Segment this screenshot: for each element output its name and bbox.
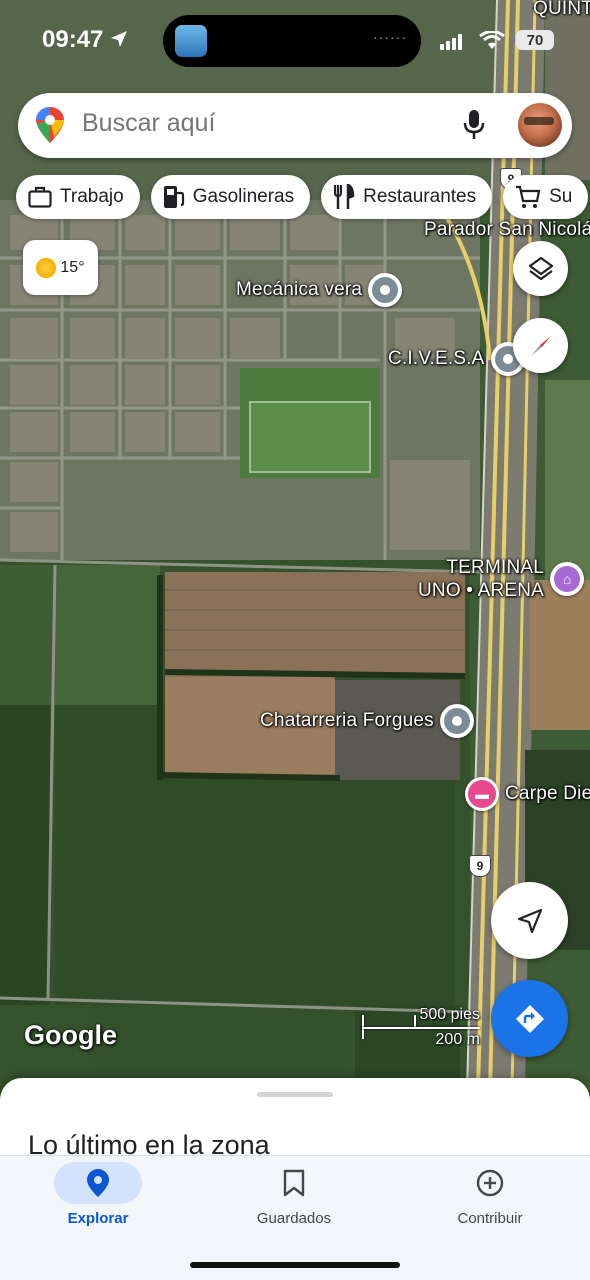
weather-temperature: 15° xyxy=(60,258,85,276)
place-terminal-uno-arena[interactable]: TERMINAL UNO • ARENA ⌂ xyxy=(418,556,585,602)
route-shield-icon: 9 xyxy=(469,855,491,877)
bookmark-icon xyxy=(283,1169,305,1197)
scale-feet: 500 pies xyxy=(419,1006,481,1023)
search-input[interactable] xyxy=(82,109,442,138)
google-maps-logo-icon xyxy=(36,107,64,143)
place-civesa[interactable]: C.I.V.E.S.A xyxy=(388,342,525,376)
island-indicator: ······ xyxy=(373,29,407,45)
chip-trabajo[interactable]: Trabajo xyxy=(16,175,140,219)
map-scale[interactable]: 500 pies 200 m xyxy=(360,1005,480,1055)
nav-icon-wrap xyxy=(250,1162,338,1204)
google-attribution[interactable]: Google xyxy=(24,1020,117,1051)
time-text: 09:47 xyxy=(42,26,104,53)
place-label: Carpe Die xyxy=(505,783,590,804)
chip-label: Su xyxy=(549,186,573,207)
venue-pin-icon[interactable]: ⌂ xyxy=(550,562,585,596)
chip-label: Trabajo xyxy=(60,186,124,207)
microphone-icon[interactable] xyxy=(463,110,485,140)
place-chatarreria-forgues[interactable]: Chatarreria Forgues xyxy=(260,704,474,738)
place-parador-san-nicolas[interactable]: Parador San Nicolás xyxy=(424,219,590,241)
status-time: 09:47 xyxy=(42,26,128,54)
nav-guardados[interactable]: Guardados xyxy=(209,1156,379,1236)
wifi-icon xyxy=(479,31,505,49)
navigation-arrow-icon xyxy=(517,908,542,933)
plus-circle-icon xyxy=(476,1169,504,1197)
route-number: 9 xyxy=(476,859,484,873)
avatar[interactable] xyxy=(518,103,562,147)
chip-restaurantes[interactable]: Restaurantes xyxy=(321,175,493,219)
battery-level: 70 xyxy=(526,31,544,49)
place-label: TERMINAL xyxy=(446,557,545,578)
compass-button[interactable] xyxy=(513,318,568,373)
dynamic-island[interactable]: ······ xyxy=(163,15,421,67)
layers-icon xyxy=(528,256,553,280)
nav-label: Explorar xyxy=(67,1210,129,1227)
nav-explorar[interactable]: Explorar xyxy=(13,1156,183,1236)
place-label-line2: UNO • ARENA xyxy=(418,580,545,601)
compass-icon xyxy=(530,335,551,356)
map-pin-icon[interactable] xyxy=(439,704,474,738)
chip-label: Restaurantes xyxy=(363,186,477,207)
place-carpe-die[interactable]: ▬ Carpe Die xyxy=(465,777,590,811)
place-label: C.I.V.E.S.A xyxy=(388,348,485,369)
nav-label: Contribuir xyxy=(457,1210,523,1227)
sun-icon xyxy=(36,257,57,278)
my-location-button[interactable] xyxy=(491,882,568,959)
briefcase-icon xyxy=(28,186,52,208)
app-thumbnail-icon xyxy=(175,25,207,57)
location-pin-icon xyxy=(87,1169,109,1197)
search-bar[interactable] xyxy=(18,93,572,158)
layers-button[interactable] xyxy=(513,241,568,296)
home-indicator[interactable] xyxy=(190,1262,400,1268)
chip-supermercados[interactable]: Su xyxy=(503,175,589,219)
cellular-signal-icon xyxy=(440,34,462,50)
nav-contribuir[interactable]: Contribuir xyxy=(405,1156,575,1236)
sheet-drag-handle[interactable] xyxy=(257,1092,333,1097)
chip-label: Gasolineras xyxy=(192,186,295,207)
chip-gasolineras[interactable]: Gasolineras xyxy=(150,175,311,219)
cart-icon xyxy=(516,185,541,208)
place-mecanica-vera[interactable]: Mecánica vera xyxy=(236,273,403,307)
place-label: Parador San Nicolás xyxy=(424,219,590,240)
location-arrow-icon xyxy=(111,31,128,47)
battery-indicator: 70 xyxy=(516,30,554,50)
hotel-pin-icon[interactable]: ▬ xyxy=(465,777,499,811)
directions-icon xyxy=(515,1004,544,1033)
place-label: Chatarreria Forgues xyxy=(260,710,434,731)
place-label: Mecánica vera xyxy=(236,279,363,300)
nav-label: Guardados xyxy=(256,1210,332,1227)
category-chips: Trabajo Gasolineras Restaurantes Su xyxy=(16,175,589,219)
map-pin-icon[interactable] xyxy=(368,273,403,307)
nav-icon-wrap xyxy=(446,1162,534,1204)
directions-button[interactable] xyxy=(491,980,568,1057)
weather-badge[interactable]: 15° xyxy=(23,240,98,295)
status-bar: 09:47 ······ 70 xyxy=(0,0,590,80)
scale-meters: 200 m xyxy=(435,1031,480,1048)
fork-knife-icon xyxy=(334,184,355,209)
gas-station-icon xyxy=(163,186,184,208)
nav-icon-wrap xyxy=(54,1162,142,1204)
